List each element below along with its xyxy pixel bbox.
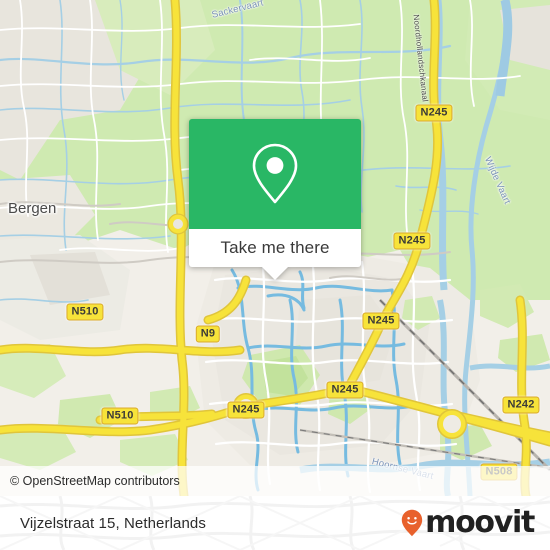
- location-callout-card[interactable]: Take me there: [189, 119, 361, 280]
- road-shield-n245[interactable]: N245: [227, 401, 265, 419]
- road-shield-n245[interactable]: N245: [415, 104, 453, 122]
- moovit-brand[interactable]: moovit: [401, 496, 535, 550]
- callout-icon-panel: [189, 119, 361, 229]
- map-attribution-bar: © OpenStreetMap contributors: [0, 466, 550, 496]
- footer-bar: Vijzelstraat 15, Netherlands moovit: [0, 496, 550, 550]
- attribution-text[interactable]: © OpenStreetMap contributors: [0, 474, 180, 488]
- moovit-wordmark: moovit: [425, 505, 535, 540]
- road-shield-n245[interactable]: N245: [326, 381, 364, 399]
- callout-action-bar[interactable]: Take me there: [189, 229, 361, 280]
- road-shield-n242[interactable]: N242: [502, 396, 540, 414]
- callout-tail-pointer: [262, 267, 288, 280]
- road-shield-n245[interactable]: N245: [393, 232, 431, 250]
- take-me-there-label: Take me there: [220, 238, 330, 257]
- map-pin-icon: [252, 143, 298, 204]
- footer-address: Vijzelstraat 15, Netherlands: [20, 514, 206, 532]
- road-shield-n9[interactable]: N9: [195, 325, 221, 343]
- moovit-smiley-pin-icon: [401, 509, 423, 537]
- moovit-map-share-card: Bergen Sackervaart Wijde Vaart Hoornse V…: [0, 0, 550, 550]
- road-shield-n510[interactable]: N510: [66, 303, 104, 321]
- road-shield-n245[interactable]: N245: [362, 312, 400, 330]
- road-shield-n510[interactable]: N510: [101, 407, 139, 425]
